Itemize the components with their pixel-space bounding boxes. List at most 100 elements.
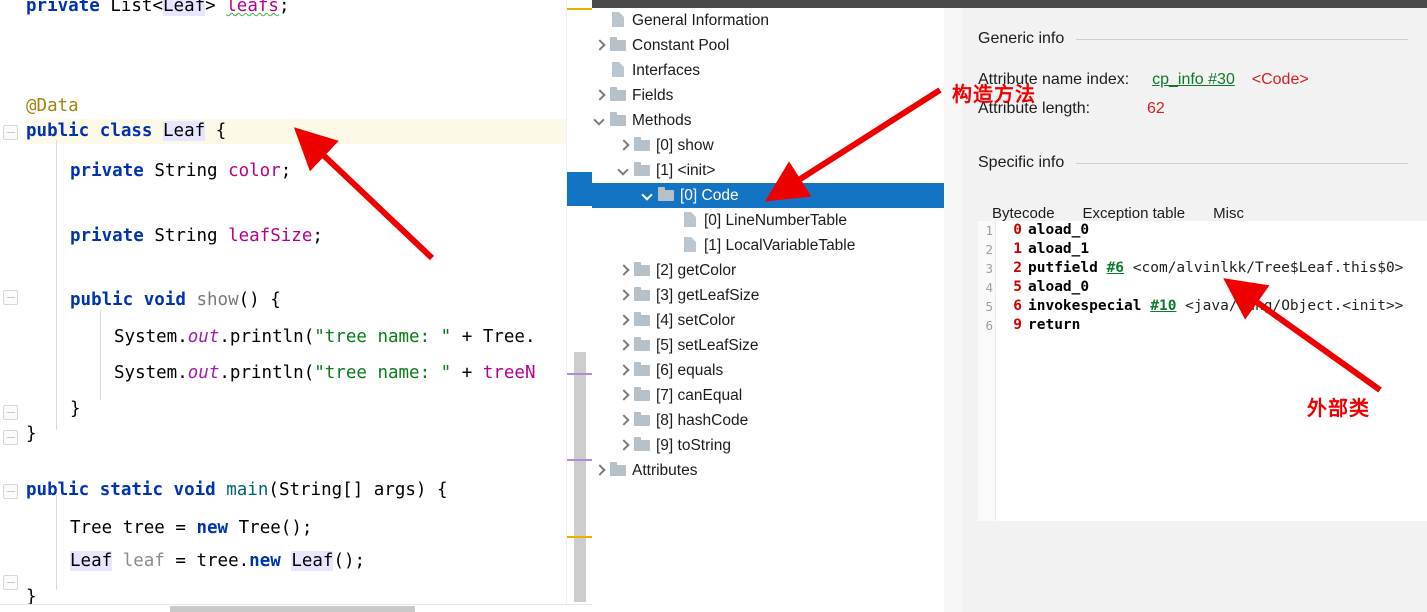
bytecode-line-number: 3 <box>985 261 993 276</box>
bytecode-row[interactable]: 3 2 putfield #6 <com/alvinlkk/Tree$Leaf.th… <box>978 259 1427 278</box>
tree-item-label: [9] toString <box>656 436 731 454</box>
tree-item-1-init[interactable]: [1] <init> <box>592 158 962 183</box>
bytecode-mnemonic: aload_0 <box>1028 279 1090 295</box>
code-fold-icon[interactable] <box>3 575 18 590</box>
folder-icon <box>632 158 654 183</box>
folder-icon <box>632 283 654 308</box>
chevron-right-icon[interactable] <box>616 358 632 383</box>
file-icon <box>680 233 702 258</box>
bytecode-cp-ref[interactable]: #10 <box>1150 297 1176 316</box>
chevron-right-icon[interactable] <box>616 408 632 433</box>
code-fold-icon[interactable] <box>3 290 18 305</box>
scrollbar-marker[interactable] <box>567 459 592 461</box>
cp-info-link[interactable]: cp_info #30 <box>1152 71 1235 88</box>
scrollbar-marker[interactable] <box>567 373 592 375</box>
file-icon <box>680 208 702 233</box>
scrollbar-marker[interactable] <box>567 536 592 538</box>
bytecode-cp-ref[interactable]: #6 <box>1107 259 1124 278</box>
bytecode-mnemonic: aload_1 <box>1028 241 1090 257</box>
chevron-right-icon[interactable] <box>616 433 632 458</box>
vscroll-thumb[interactable] <box>574 352 586 602</box>
bytecode-mnemonic: invokespecial <box>1028 298 1142 314</box>
code-editor[interactable]: private List<Leaf> leafs; @Data public cla… <box>0 0 592 604</box>
tree-item-interfaces[interactable]: Interfaces <box>592 58 962 83</box>
generic-info-header: Generic info <box>978 30 1408 48</box>
tree-item-1-localvariabletable[interactable]: [1] LocalVariableTable <box>592 233 962 258</box>
folder-icon <box>632 333 654 358</box>
code-fold-icon[interactable] <box>3 405 18 420</box>
bytecode-line-number: 5 <box>985 299 993 314</box>
chevron-down-icon[interactable] <box>640 183 656 208</box>
tree-item-constant-pool[interactable]: Constant Pool <box>592 33 962 58</box>
editor-horizontal-scrollbar[interactable] <box>0 604 592 612</box>
tree-item-fields[interactable]: Fields <box>592 83 962 108</box>
bytecode-line-number: 4 <box>985 280 993 295</box>
tree-item-label: [1] <init> <box>656 161 716 179</box>
bytecode-offset: 9 <box>1013 317 1022 333</box>
editor-scrollbar[interactable] <box>566 0 592 604</box>
tree-item-2-getcolor[interactable]: [2] getColor <box>592 258 962 283</box>
chevron-right-icon[interactable] <box>592 458 608 483</box>
folder-icon <box>632 408 654 433</box>
editor-gutter[interactable] <box>0 0 26 604</box>
tree-item-5-setleafsize[interactable]: [5] setLeafSize <box>592 333 962 358</box>
chevron-down-icon[interactable] <box>592 108 608 133</box>
tree-item-0-show[interactable]: [0] show <box>592 133 962 158</box>
chevron-right-icon[interactable] <box>616 308 632 333</box>
code-line: } <box>26 424 37 444</box>
chevron-right-icon[interactable] <box>592 83 608 108</box>
tree-item-9-tostring[interactable]: [9] toString <box>592 433 962 458</box>
chevron-right-icon[interactable] <box>616 283 632 308</box>
bytecode-row[interactable]: 5 6 invokespecial #10 <java/lang/Object.<i… <box>978 297 1427 316</box>
folder-icon <box>632 258 654 283</box>
bytecode-row[interactable]: 2 1 aload_1 <box>978 240 1427 259</box>
chevron-right-icon[interactable] <box>616 383 632 408</box>
chevron-right-icon[interactable] <box>592 33 608 58</box>
chevron-right-icon[interactable] <box>616 333 632 358</box>
code-line: public void show() { <box>70 290 281 310</box>
code-fold-icon[interactable] <box>3 430 18 445</box>
tree-item-3-getleafsize[interactable]: [3] getLeafSize <box>592 283 962 308</box>
tree-item-0-code[interactable]: [0] Code <box>592 183 962 208</box>
chevron-right-icon[interactable] <box>616 133 632 158</box>
specific-info-header: Specific info <box>978 154 1408 172</box>
bytecode-row[interactable]: 6 9 return <box>978 316 1427 335</box>
file-icon <box>608 58 630 83</box>
folder-icon <box>632 133 654 158</box>
folder-icon <box>632 383 654 408</box>
code-line: } <box>26 587 37 604</box>
tree-item-6-equals[interactable]: [6] equals <box>592 358 962 383</box>
bytecode-list[interactable]: 1 0 aload_0 2 1 aload_1 3 2 putfield #6 <com/alv… <box>978 221 1427 521</box>
folder-icon <box>608 108 630 133</box>
tree-item-label: Interfaces <box>632 61 701 79</box>
code-text[interactable]: private List<Leaf> leafs; @Data public cla… <box>26 0 566 604</box>
chevron-right-icon[interactable] <box>616 258 632 283</box>
app-window: private List<Leaf> leafs; @Data public cla… <box>0 0 1427 612</box>
bytecode-row[interactable]: 4 5 aload_0 <box>978 278 1427 297</box>
bytecode-row[interactable]: 1 0 aload_0 <box>978 221 1427 240</box>
bytecode-lines[interactable]: 1 0 aload_0 2 1 aload_1 3 2 putfield #6 <com/alv… <box>978 221 1427 335</box>
chevron-down-icon[interactable] <box>616 158 632 183</box>
code-line: private String color; <box>70 161 292 181</box>
hscroll-thumb[interactable] <box>170 606 415 612</box>
tree-item-label: [1] LocalVariableTable <box>704 236 856 254</box>
code-line: } <box>70 399 81 419</box>
code-line: private String leafSize; <box>70 226 323 246</box>
tree-item-8-hashcode[interactable]: [8] hashCode <box>592 408 962 433</box>
folder-icon <box>632 433 654 458</box>
scrollbar-marker[interactable] <box>567 172 592 206</box>
code-fold-icon[interactable] <box>3 125 18 140</box>
bytecode-offset: 2 <box>1013 260 1022 276</box>
scrollbar-marker[interactable] <box>567 8 592 10</box>
tree-item-attributes[interactable]: Attributes <box>592 458 962 483</box>
tree-item-7-canequal[interactable]: [7] canEqual <box>592 383 962 408</box>
tree-item-methods[interactable]: Methods <box>592 108 962 133</box>
tree-item-4-setcolor[interactable]: [4] setColor <box>592 308 962 333</box>
class-structure-tree[interactable]: General Information Constant Pool Interfac… <box>592 8 962 612</box>
tree-item-0-linenumbertable[interactable]: [0] LineNumberTable <box>592 208 962 233</box>
code-fold-icon[interactable] <box>3 484 18 499</box>
tree-item-general-information[interactable]: General Information <box>592 8 962 33</box>
